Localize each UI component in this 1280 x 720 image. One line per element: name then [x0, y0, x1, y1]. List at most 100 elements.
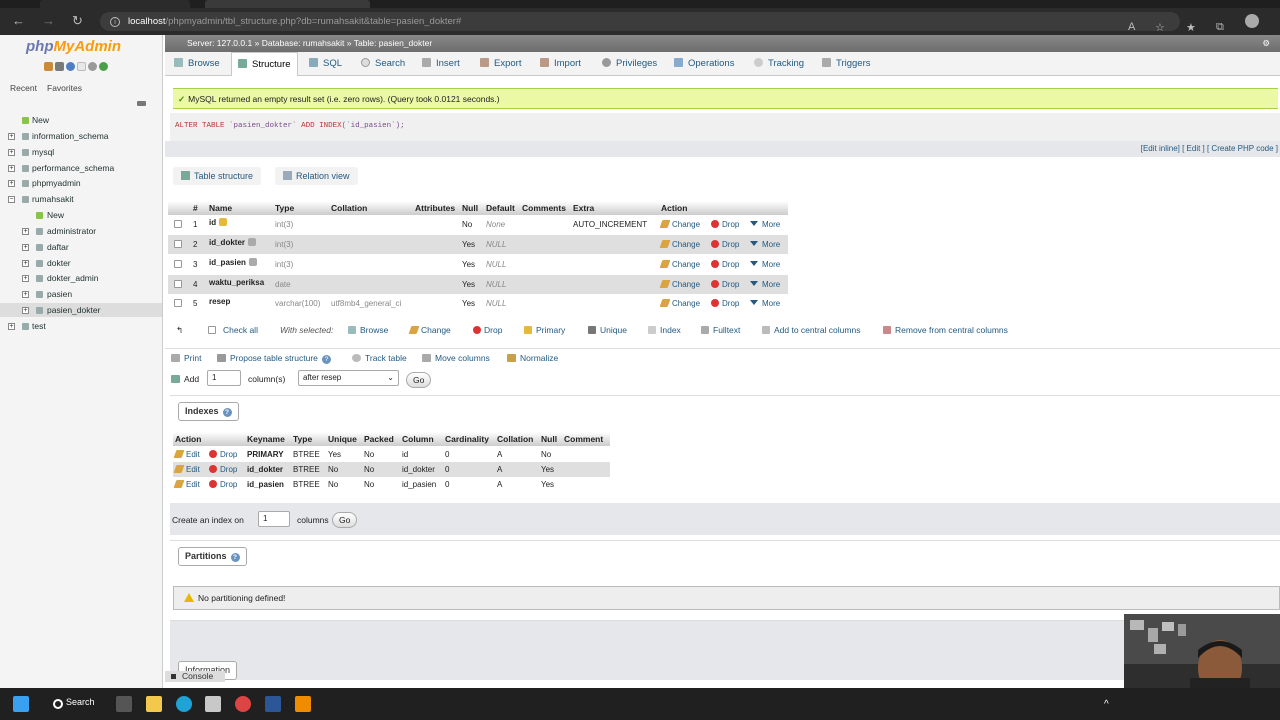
- back-icon[interactable]: ←: [12, 13, 25, 28]
- more-dropdown[interactable]: More: [750, 215, 780, 234]
- address-bar[interactable]: i localhost/phpmyadmin/tbl_structure.php?…: [100, 12, 1180, 31]
- expand-icon[interactable]: +: [22, 244, 29, 251]
- browser-tab-active[interactable]: [205, 0, 370, 8]
- expand-icon[interactable]: +: [22, 291, 29, 298]
- drop-link[interactable]: Drop: [711, 255, 739, 274]
- tree-item-rumahsakit[interactable]: − rumahsakit: [0, 192, 162, 206]
- row-checkbox[interactable]: [174, 280, 182, 288]
- move-columns-link[interactable]: Move columns: [422, 353, 490, 363]
- column-position-select[interactable]: after resep ⌄: [298, 370, 399, 386]
- bulk-primary-button[interactable]: Primary: [524, 323, 565, 337]
- collapse-icon[interactable]: −: [8, 196, 15, 203]
- tree-item-daftar[interactable]: + daftar: [0, 240, 162, 254]
- add-central-columns-button[interactable]: Add to central columns: [762, 323, 860, 337]
- table-row[interactable]: 3 id_pasien int(3) Yes NULL Change Drop …: [168, 255, 788, 274]
- xampp-icon[interactable]: [295, 696, 311, 712]
- change-link[interactable]: Change: [659, 215, 700, 234]
- tree-item-test[interactable]: + test: [0, 319, 162, 333]
- table-row[interactable]: 2 id_dokter int(3) Yes NULL Change Drop …: [168, 235, 788, 254]
- bulk-change-button[interactable]: Change: [408, 323, 451, 337]
- more-dropdown[interactable]: More: [750, 255, 780, 274]
- tree-item-new-table[interactable]: New: [0, 208, 162, 222]
- partitions-legend[interactable]: Partitions?: [178, 547, 247, 566]
- expand-icon[interactable]: +: [22, 307, 29, 314]
- reload-icon[interactable]: ↻: [72, 13, 83, 29]
- table-row[interactable]: 1 id int(3) No None AUTO_INCREMENT Chang…: [168, 215, 788, 234]
- tab-search[interactable]: Search: [361, 52, 405, 75]
- sql-edit-links[interactable]: [Edit inline] [ Edit ] [ Create PHP code…: [165, 141, 1280, 157]
- expand-icon[interactable]: +: [22, 260, 29, 267]
- row-checkbox[interactable]: [174, 299, 182, 307]
- tray-chevron-up-icon[interactable]: ^: [1104, 699, 1114, 710]
- tab-operations[interactable]: Operations: [674, 52, 734, 75]
- bulk-fulltext-button[interactable]: Fulltext: [701, 323, 740, 337]
- browser-tab[interactable]: [40, 0, 190, 8]
- snipping-tool-icon[interactable]: [205, 696, 221, 712]
- row-checkbox[interactable]: [174, 240, 182, 248]
- windows-start-icon[interactable]: [13, 696, 29, 712]
- normalize-link[interactable]: Normalize: [507, 353, 558, 363]
- change-link[interactable]: Change: [659, 294, 700, 313]
- help-icon[interactable]: ?: [230, 553, 240, 562]
- tree-item-performance-schema[interactable]: + performance_schema: [0, 161, 162, 175]
- home-icon[interactable]: [44, 62, 53, 71]
- index-edit-link[interactable]: Edit: [173, 477, 200, 492]
- drop-link[interactable]: Drop: [711, 235, 739, 254]
- taskbar-search-label[interactable]: Search: [66, 697, 95, 707]
- remove-central-columns-button[interactable]: Remove from central columns: [883, 323, 1008, 337]
- help-icon[interactable]: ?: [321, 355, 331, 364]
- check-all-checkbox[interactable]: [208, 326, 216, 334]
- word-icon[interactable]: [265, 696, 281, 712]
- page-settings-icon[interactable]: ⚙: [1262, 35, 1270, 52]
- read-aloud-icon[interactable]: A: [1128, 21, 1135, 33]
- expand-icon[interactable]: +: [22, 275, 29, 282]
- breadcrumb-table[interactable]: Table: pasien_dokter: [354, 38, 432, 48]
- index-drop-link[interactable]: Drop: [209, 477, 237, 492]
- subtab-table-structure[interactable]: Table structure: [173, 167, 262, 185]
- index-edit-link[interactable]: Edit: [173, 447, 200, 462]
- tab-triggers[interactable]: Triggers: [822, 52, 871, 75]
- favorites-list-icon[interactable]: ★: [1186, 21, 1196, 34]
- bulk-browse-button[interactable]: Browse: [348, 323, 388, 337]
- index-edit-link[interactable]: Edit: [173, 462, 200, 477]
- tree-item-mysql[interactable]: + mysql: [0, 145, 162, 159]
- breadcrumb-database[interactable]: Database: rumahsakit: [262, 38, 345, 48]
- tree-item-new[interactable]: New: [0, 113, 162, 127]
- tab-privileges[interactable]: Privileges: [602, 52, 657, 75]
- reload-nav-icon[interactable]: [99, 62, 108, 71]
- bulk-drop-button[interactable]: Drop: [473, 323, 502, 337]
- tab-import[interactable]: Import: [540, 52, 581, 75]
- help-icon[interactable]: ?: [222, 408, 232, 417]
- collections-icon[interactable]: ⧉: [1216, 21, 1224, 34]
- add-column-count-input[interactable]: 1: [207, 370, 241, 386]
- expand-icon[interactable]: +: [8, 149, 15, 156]
- settings-gear-icon[interactable]: [88, 62, 97, 71]
- task-view-icon[interactable]: [116, 696, 132, 712]
- tab-insert[interactable]: Insert: [422, 52, 460, 75]
- expand-icon[interactable]: +: [8, 133, 15, 140]
- collapse-all-icon[interactable]: [137, 101, 146, 106]
- table-row[interactable]: 5 resep varchar(100) utf8mb4_general_ci …: [168, 294, 788, 313]
- site-info-icon[interactable]: i: [110, 17, 120, 27]
- drop-link[interactable]: Drop: [711, 275, 739, 294]
- more-dropdown[interactable]: More: [750, 294, 780, 313]
- forward-icon[interactable]: →: [42, 13, 55, 28]
- docs-icon[interactable]: [77, 62, 86, 71]
- track-table-link[interactable]: Track table: [352, 353, 407, 363]
- expand-icon[interactable]: +: [22, 228, 29, 235]
- tab-export[interactable]: Export: [480, 52, 521, 75]
- drop-link[interactable]: Drop: [711, 215, 739, 234]
- file-explorer-icon[interactable]: [146, 696, 162, 712]
- expand-icon[interactable]: +: [8, 165, 15, 172]
- console-bar[interactable]: Console: [165, 671, 225, 682]
- tree-item-administrator[interactable]: + administrator: [0, 224, 162, 238]
- table-row[interactable]: 4 waktu_periksa date Yes NULL Change Dro…: [168, 275, 788, 294]
- add-columns-go-button[interactable]: Go: [406, 372, 432, 388]
- bulk-unique-button[interactable]: Unique: [588, 323, 627, 337]
- phpmyadmin-logo[interactable]: phpMyAdmin: [26, 38, 121, 55]
- change-link[interactable]: Change: [659, 255, 700, 274]
- print-link[interactable]: Print: [171, 353, 201, 363]
- tree-item-phpmyadmin[interactable]: + phpmyadmin: [0, 176, 162, 190]
- row-checkbox[interactable]: [174, 260, 182, 268]
- tree-item-pasien-dokter[interactable]: + pasien_dokter: [0, 303, 162, 317]
